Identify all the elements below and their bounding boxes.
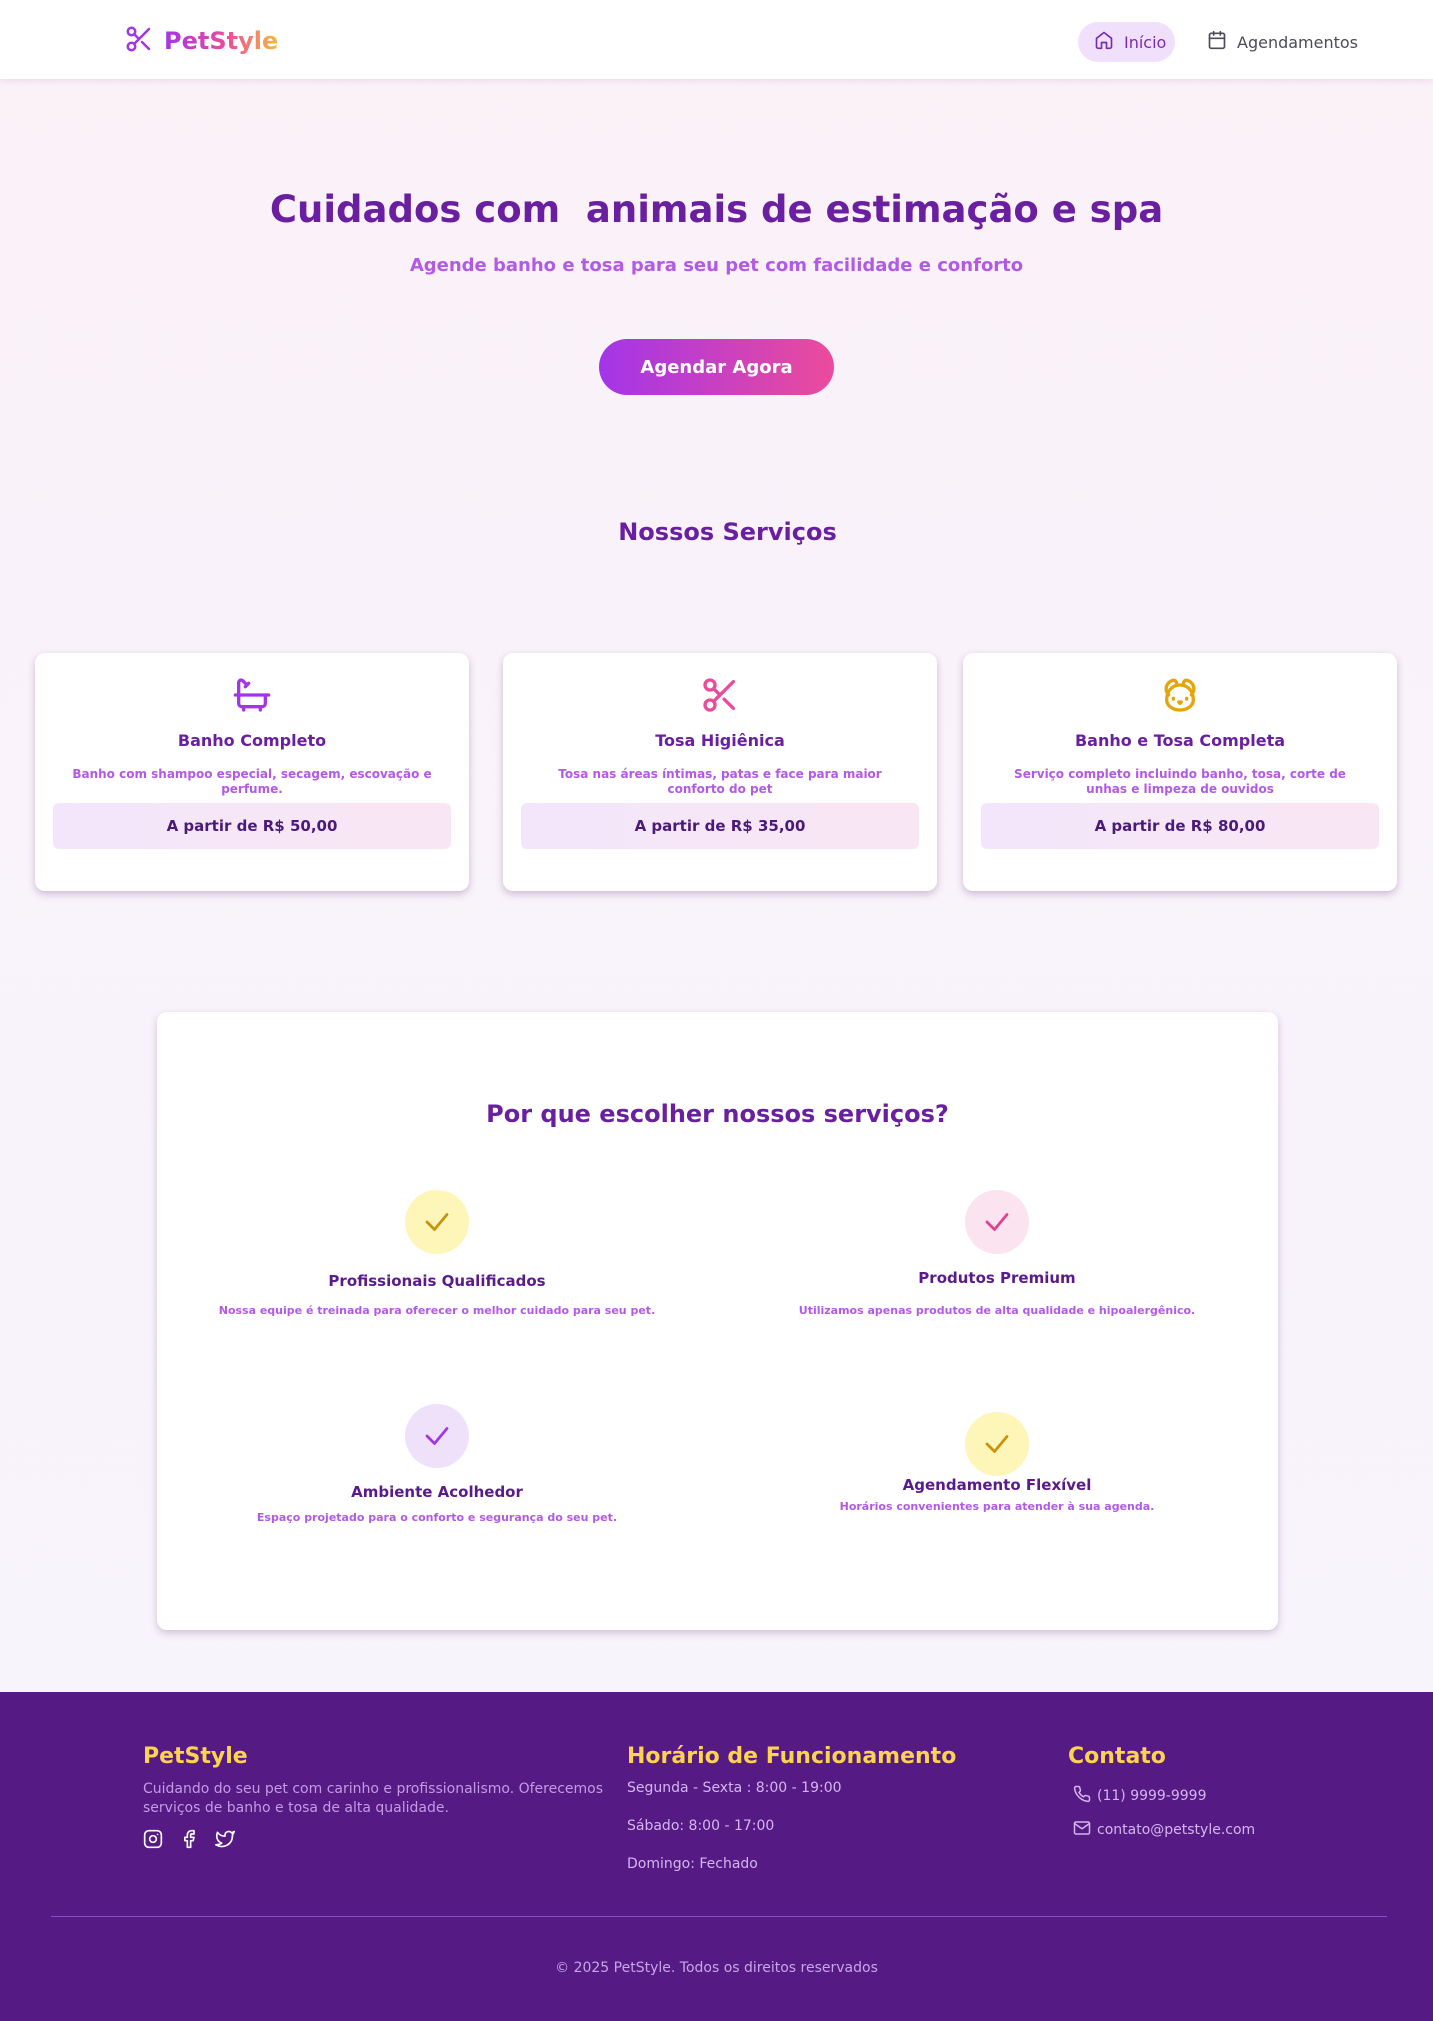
footer: PetStyle Cuidando do seu pet com carinho… [0, 1692, 1433, 2021]
service-title: Banho e Tosa Completa [1074, 731, 1286, 750]
contact-title: Contato [1068, 1744, 1166, 1769]
calendar-icon [1207, 30, 1227, 54]
bathtub-icon [232, 675, 272, 719]
feature-description: Nossa equipe é treinada para oferecer o … [218, 1304, 656, 1317]
instagram-icon[interactable] [143, 1829, 163, 1853]
feature-flexible-scheduling: Agendamento Flexível Horários convenient… [717, 1412, 1277, 1513]
feature-title: Ambiente Acolhedor [351, 1483, 523, 1501]
service-price: A partir de R$ 35,00 [521, 803, 919, 849]
service-card-full-grooming[interactable]: Banho e Tosa Completa Serviço completo i… [963, 653, 1397, 891]
footer-brand: PetStyle [143, 1744, 248, 1769]
scissors-icon [124, 24, 154, 58]
feature-title: Produtos Premium [918, 1269, 1076, 1287]
service-description: Serviço completo incluindo banho, tosa, … [1014, 767, 1346, 796]
nav-schedules[interactable]: Agendamentos [1191, 22, 1374, 62]
check-icon [965, 1190, 1029, 1254]
nav-home-label: Início [1124, 32, 1167, 52]
contact-email-text: contato@petstyle.com [1097, 1822, 1256, 1838]
nav-schedules-label: Agendamentos [1237, 32, 1359, 52]
footer-about: Cuidando do seu pet com carinho e profis… [143, 1781, 604, 1816]
feature-description: Horários convenientes para atender à sua… [839, 1500, 1155, 1513]
top-navbar: PetStyle Início Agendamentos [0, 0, 1433, 79]
contact-phone-text: (11) 9999-9999 [1097, 1788, 1207, 1804]
hero-title: Cuidados com animais de estimação e spa [269, 188, 1164, 231]
check-icon [405, 1404, 469, 1468]
service-description: Banho com shampoo especial, secagem, esc… [72, 767, 432, 796]
home-icon [1094, 30, 1114, 54]
mail-icon [1073, 1819, 1091, 1841]
brand-logo[interactable]: PetStyle [124, 24, 278, 58]
copyright: © 2025 PetStyle. Todos os direitos reser… [555, 1960, 878, 1976]
facebook-icon[interactable] [179, 1829, 199, 1853]
contact-phone[interactable]: (11) 9999-9999 [1073, 1785, 1207, 1807]
feature-cozy-environment: Ambiente Acolhedor Espaço projetado para… [157, 1404, 717, 1524]
service-card-bath[interactable]: Banho Completo Banho com shampoo especia… [35, 653, 469, 891]
feature-premium-products: Produtos Premium Utilizamos apenas produ… [717, 1190, 1277, 1317]
why-title: Por que escolher nossos serviços? [486, 1100, 949, 1128]
service-card-hygienic-grooming[interactable]: Tosa Higiênica Tosa nas áreas íntimas, p… [503, 653, 937, 891]
hours-saturday: Sábado: 8:00 - 17:00 [627, 1818, 775, 1834]
scissors-icon [700, 675, 740, 719]
service-description: Tosa nas áreas íntimas, patas e face par… [558, 767, 882, 796]
feature-title: Profissionais Qualificados [328, 1272, 546, 1290]
feature-qualified-professionals: Profissionais Qualificados Nossa equipe … [157, 1190, 717, 1317]
brand-name: PetStyle [164, 27, 279, 55]
hours-title: Horário de Funcionamento [627, 1744, 957, 1769]
service-title: Tosa Higiênica [655, 731, 785, 750]
phone-icon [1073, 1785, 1091, 1807]
feature-description: Utilizamos apenas produtos de alta quali… [798, 1304, 1196, 1317]
service-title: Banho Completo [177, 731, 327, 750]
dog-icon [1160, 675, 1200, 719]
why-choose-us-panel: Por que escolher nossos serviços? Profis… [157, 1012, 1278, 1630]
hours-sunday: Domingo: Fechado [627, 1856, 758, 1872]
services-title: Nossos Serviços [618, 518, 837, 546]
feature-title: Agendamento Flexível [902, 1476, 1092, 1494]
feature-description: Espaço projetado para o conforto e segur… [256, 1511, 618, 1524]
contact-email[interactable]: contato@petstyle.com [1073, 1819, 1255, 1841]
social-links [143, 1829, 235, 1853]
check-icon [405, 1190, 469, 1254]
check-icon [965, 1412, 1029, 1476]
service-price: A partir de R$ 80,00 [981, 803, 1379, 849]
hero-subtitle: Agende banho e tosa para seu pet com fac… [409, 255, 1024, 276]
twitter-icon[interactable] [215, 1829, 235, 1853]
hours-weekdays: Segunda - Sexta : 8:00 - 19:00 [627, 1780, 842, 1796]
schedule-now-button[interactable]: Agendar Agora [599, 339, 834, 395]
footer-divider [51, 1916, 1387, 1917]
nav-home[interactable]: Início [1078, 22, 1175, 62]
service-price: A partir de R$ 50,00 [53, 803, 451, 849]
